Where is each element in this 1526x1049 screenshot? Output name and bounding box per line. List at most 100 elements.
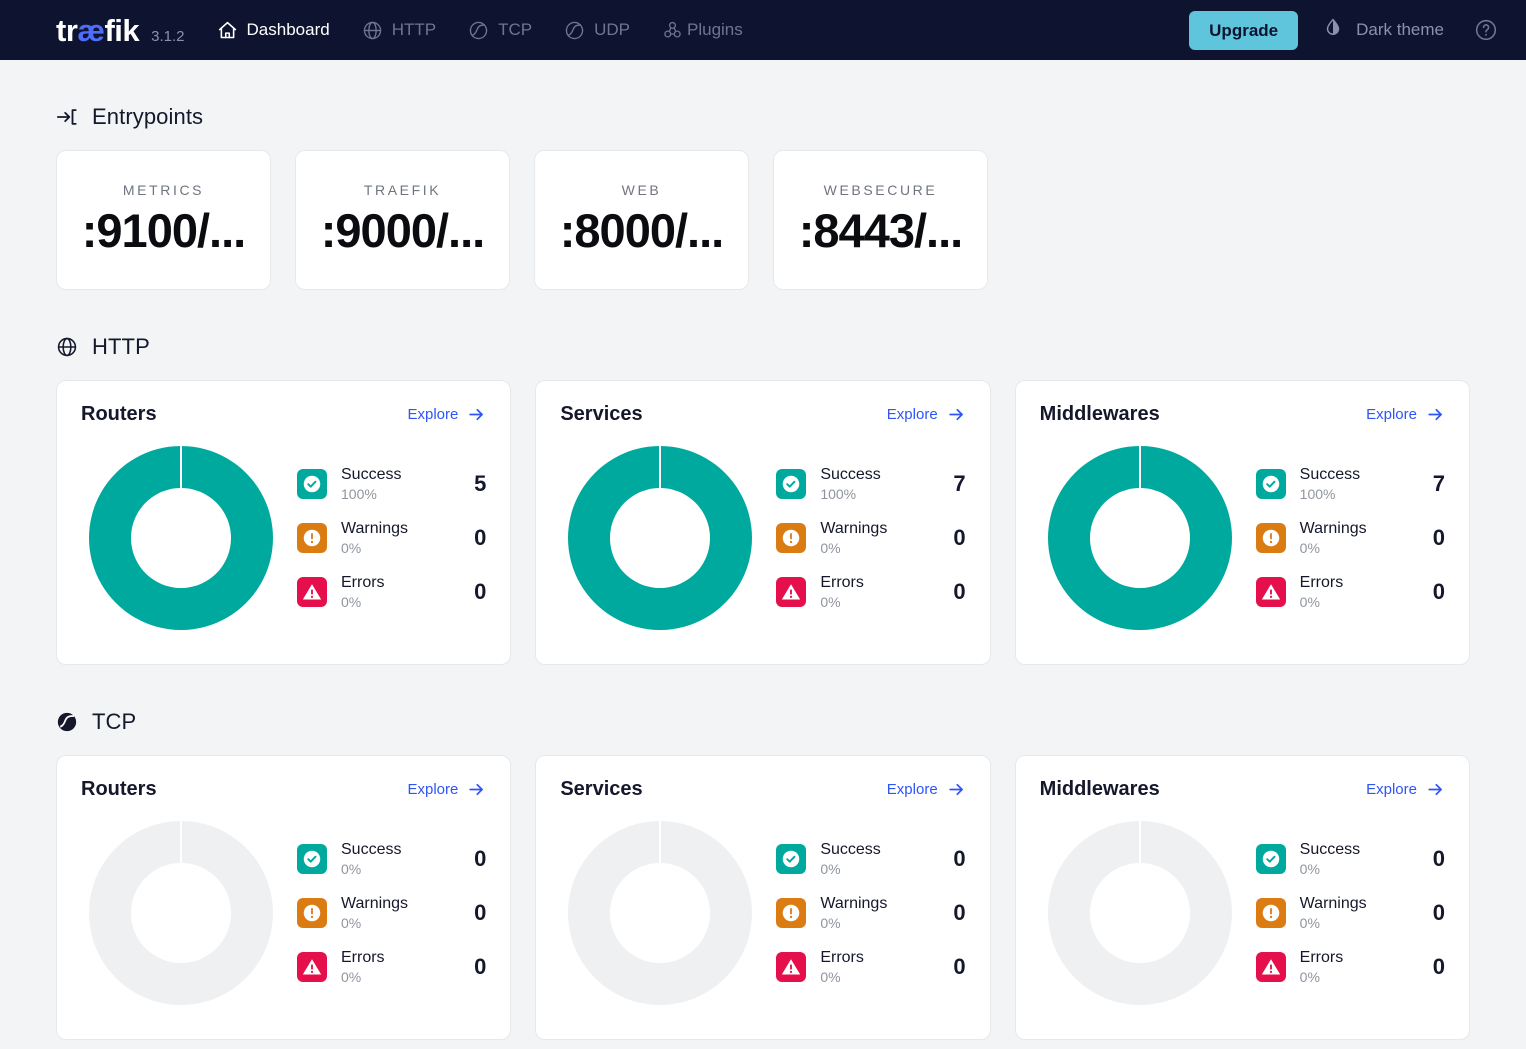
legend-label: Warnings <box>820 894 927 914</box>
entrypoint-card[interactable]: WEBSECURE :8443/... <box>773 150 988 290</box>
explore-label: Explore <box>407 406 458 423</box>
explore-label: Explore <box>887 781 938 798</box>
explore-link[interactable]: Explore <box>887 405 966 424</box>
legend-label: Success <box>341 840 448 860</box>
arrow-right-icon <box>467 405 486 424</box>
upgrade-button[interactable]: Upgrade <box>1189 11 1298 50</box>
explore-link[interactable]: Explore <box>407 405 486 424</box>
tcp-section-title: TCP <box>92 709 136 735</box>
legend-percent: 0% <box>820 539 927 557</box>
arrow-right-icon <box>467 780 486 799</box>
entrypoint-name: TRAEFIK <box>364 182 441 198</box>
exclamation-circle-icon <box>297 523 327 553</box>
legend-value: 0 <box>942 525 966 551</box>
legend-row-success: Success 100% 5 <box>297 465 486 503</box>
legend-label: Success <box>341 465 448 485</box>
stat-card-title: Middlewares <box>1040 778 1160 801</box>
warning-triangle-icon <box>776 952 806 982</box>
entry-arrow-icon <box>56 106 78 128</box>
legend-percent: 100% <box>341 485 448 503</box>
donut-chart <box>560 438 760 638</box>
legend-row-errors: Errors 0% 0 <box>297 573 486 611</box>
entrypoint-name: WEB <box>622 182 662 198</box>
legend-label: Errors <box>1300 948 1407 968</box>
nav-item-plugins[interactable]: Plugins <box>650 12 755 49</box>
nav-item-dashboard[interactable]: Dashboard <box>205 12 342 49</box>
nav-item-http[interactable]: HTTP <box>350 12 448 49</box>
entrypoints-section-header: Entrypoints <box>56 60 1470 150</box>
check-circle-icon <box>776 469 806 499</box>
entrypoint-name: WEBSECURE <box>824 182 938 198</box>
explore-link[interactable]: Explore <box>887 780 966 799</box>
stat-card-title: Routers <box>81 403 157 426</box>
legend-value: 0 <box>1421 525 1445 551</box>
http-section-title: HTTP <box>92 334 150 360</box>
arrow-right-icon <box>947 405 966 424</box>
help-button[interactable] <box>1468 12 1504 48</box>
entrypoint-card[interactable]: METRICS :9100/... <box>56 150 271 290</box>
legend-value: 0 <box>1421 900 1445 926</box>
legend-value: 0 <box>942 846 966 872</box>
nav-item-tcp[interactable]: TCP <box>456 12 544 49</box>
stat-card-http-middlewares: Middlewares Explore Success 100% <box>1015 380 1470 665</box>
warning-triangle-icon <box>1256 577 1286 607</box>
http-cards-grid: Routers Explore Success 100% <box>56 380 1470 665</box>
stat-legend: Success 0% 0 Warnings 0% 0 <box>776 840 965 987</box>
legend-label: Errors <box>1300 573 1407 593</box>
legend-row-warnings: Warnings 0% 0 <box>1256 894 1445 932</box>
entrypoint-card[interactable]: TRAEFIK :9000/... <box>295 150 510 290</box>
check-circle-icon <box>776 844 806 874</box>
explore-label: Explore <box>887 406 938 423</box>
legend-row-success: Success 100% 7 <box>1256 465 1445 503</box>
legend-value: 5 <box>462 471 486 497</box>
stat-card-body: Success 100% 7 Warnings 0% 0 <box>560 438 965 638</box>
legend-value: 0 <box>462 525 486 551</box>
explore-link[interactable]: Explore <box>1366 405 1445 424</box>
stat-card-header: Routers Explore <box>81 403 486 426</box>
entrypoint-address: :9000/... <box>321 204 484 258</box>
traefik-logo[interactable]: træfik <box>56 15 139 46</box>
legend-row-warnings: Warnings 0% 0 <box>297 519 486 557</box>
legend-row-warnings: Warnings 0% 0 <box>1256 519 1445 557</box>
legend-percent: 0% <box>341 539 448 557</box>
legend-row-errors: Errors 0% 0 <box>1256 573 1445 611</box>
exclamation-circle-icon <box>776 898 806 928</box>
explore-label: Explore <box>1366 781 1417 798</box>
legend-label: Success <box>820 465 927 485</box>
explore-link[interactable]: Explore <box>407 780 486 799</box>
entrypoint-card[interactable]: WEB :8000/... <box>534 150 749 290</box>
dark-theme-toggle[interactable]: Dark theme <box>1308 9 1458 52</box>
legend-percent: 0% <box>1300 539 1407 557</box>
legend-percent: 0% <box>1300 968 1407 986</box>
dark-theme-label: Dark theme <box>1356 20 1444 40</box>
logo-text-pre: tr <box>56 13 77 48</box>
version-label: 3.1.2 <box>151 28 184 45</box>
legend-value: 0 <box>462 954 486 980</box>
donut-chart <box>81 438 281 638</box>
donut-chart-wrap <box>81 813 281 1013</box>
legend-percent: 0% <box>341 593 448 611</box>
brand[interactable]: træfik 3.1.2 <box>56 15 185 46</box>
globe-icon <box>56 336 78 358</box>
stat-card-body: Success 100% 7 Warnings 0% 0 <box>1040 438 1445 638</box>
entrypoints-grid: METRICS :9100/... TRAEFIK :9000/... WEB … <box>56 150 1470 290</box>
legend-row-warnings: Warnings 0% 0 <box>776 519 965 557</box>
legend-value: 0 <box>462 900 486 926</box>
stat-card-title: Services <box>560 403 642 426</box>
contrast-droplet-icon <box>1322 17 1344 44</box>
stat-card-tcp-services: Services Explore Success 0% <box>535 755 990 1040</box>
legend-value: 0 <box>942 579 966 605</box>
legend-value: 0 <box>942 900 966 926</box>
nav-item-udp[interactable]: UDP <box>552 12 642 49</box>
legend-label: Warnings <box>341 894 448 914</box>
warning-triangle-icon <box>297 952 327 982</box>
nav-item-label: Plugins <box>687 20 743 40</box>
arrow-right-icon <box>947 780 966 799</box>
explore-link[interactable]: Explore <box>1366 780 1445 799</box>
legend-row-errors: Errors 0% 0 <box>776 948 965 986</box>
nav-item-label: UDP <box>594 20 630 40</box>
stat-legend: Success 100% 7 Warnings 0% 0 <box>1256 465 1445 612</box>
tcp-cards-grid: Routers Explore Success 0% <box>56 755 1470 1040</box>
legend-value: 7 <box>942 471 966 497</box>
stat-card-body: Success 0% 0 Warnings 0% 0 <box>1040 813 1445 1013</box>
